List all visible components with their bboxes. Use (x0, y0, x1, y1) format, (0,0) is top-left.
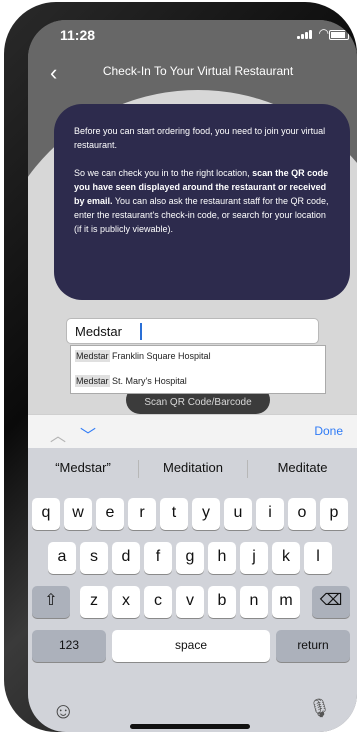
predictive-suggestion[interactable]: Meditate (248, 460, 357, 475)
key-n[interactable]: n (240, 586, 268, 618)
info-text-prefix: So we can check you in to the right loca… (74, 168, 253, 178)
key-g[interactable]: g (176, 542, 204, 574)
key-u[interactable]: u (224, 498, 252, 530)
key-s[interactable]: s (80, 542, 108, 574)
key-r[interactable]: r (128, 498, 156, 530)
predictive-bar: “Medstar” Meditation Meditate (28, 448, 357, 490)
previous-field-icon[interactable]: ︿ (50, 422, 66, 446)
search-input-value: Medstar (75, 324, 122, 339)
key-d[interactable]: d (112, 542, 140, 574)
key-l[interactable]: l (304, 542, 332, 574)
info-card: Before you can start ordering food, you … (54, 104, 350, 300)
return-key[interactable]: return (276, 630, 350, 662)
numbers-key[interactable]: 123 (32, 630, 106, 662)
text-caret (140, 323, 142, 340)
backspace-key[interactable]: ⌫ (312, 586, 350, 618)
status-time: 11:28 (60, 27, 96, 43)
key-c[interactable]: c (144, 586, 172, 618)
key-t[interactable]: t (160, 498, 188, 530)
key-j[interactable]: j (240, 542, 268, 574)
home-indicator (130, 724, 250, 729)
signal-icon (297, 30, 313, 39)
predictive-suggestion[interactable]: “Medstar” (28, 460, 138, 475)
key-a[interactable]: a (48, 542, 76, 574)
backspace-icon: ⌫ (319, 592, 343, 609)
shift-icon: ⇧ (44, 592, 58, 609)
suggestion-highlight: Medstar (75, 375, 110, 387)
key-w[interactable]: w (64, 498, 92, 530)
suggestion-rest: St. Mary's Hospital (109, 376, 187, 386)
battery-icon (329, 30, 349, 40)
page-title: Check-In To Your Virtual Restaurant (102, 64, 294, 78)
done-button[interactable]: Done (314, 424, 343, 438)
info-text-suffix: You can also ask the restaurant staff fo… (74, 196, 329, 234)
key-b[interactable]: b (208, 586, 236, 618)
space-key[interactable]: space (112, 630, 270, 662)
info-paragraph-2: So we can check you in to the right loca… (74, 166, 332, 236)
key-o[interactable]: o (288, 498, 316, 530)
next-field-icon[interactable]: ﹀ (80, 422, 96, 446)
key-f[interactable]: f (144, 542, 172, 574)
key-q[interactable]: q (32, 498, 60, 530)
key-y[interactable]: y (192, 498, 220, 530)
key-i[interactable]: i (256, 498, 284, 530)
suggestion-item[interactable]: Medstar Franklin Square Hospital (75, 350, 331, 375)
back-button[interactable]: ‹ (50, 62, 57, 84)
key-p[interactable]: p (320, 498, 348, 530)
shift-key[interactable]: ⇧ (32, 586, 70, 618)
microphone-icon[interactable]: 🎙 (308, 698, 331, 719)
suggestion-item[interactable]: Medstar St. Mary's Hospital (75, 375, 331, 400)
phone-frame: 11:28 ◠ ‹ Check-In To Your Virtual Resta… (4, 2, 357, 732)
key-h[interactable]: h (208, 542, 236, 574)
key-v[interactable]: v (176, 586, 204, 618)
emoji-icon[interactable]: ☺ (52, 698, 74, 724)
keyboard: “Medstar” Meditation Meditate q w e r t … (28, 448, 357, 732)
key-z[interactable]: z (80, 586, 108, 618)
key-k[interactable]: k (272, 542, 300, 574)
status-bar: 11:28 ◠ (28, 20, 357, 50)
app-screen: 11:28 ◠ ‹ Check-In To Your Virtual Resta… (28, 20, 357, 732)
search-suggestions-dropdown: Medstar Franklin Square Hospital Medstar… (70, 345, 326, 394)
key-m[interactable]: m (272, 586, 300, 618)
wifi-icon: ◠ (318, 26, 329, 40)
search-input[interactable]: Medstar (66, 318, 319, 344)
suggestion-rest: Franklin Square Hospital (109, 351, 211, 361)
key-x[interactable]: x (112, 586, 140, 618)
key-e[interactable]: e (96, 498, 124, 530)
keyboard-accessory-bar: ︿ ﹀ Done (28, 414, 357, 449)
predictive-suggestion[interactable]: Meditation (139, 460, 247, 475)
suggestion-highlight: Medstar (75, 350, 110, 362)
info-paragraph-1: Before you can start ordering food, you … (74, 126, 326, 150)
